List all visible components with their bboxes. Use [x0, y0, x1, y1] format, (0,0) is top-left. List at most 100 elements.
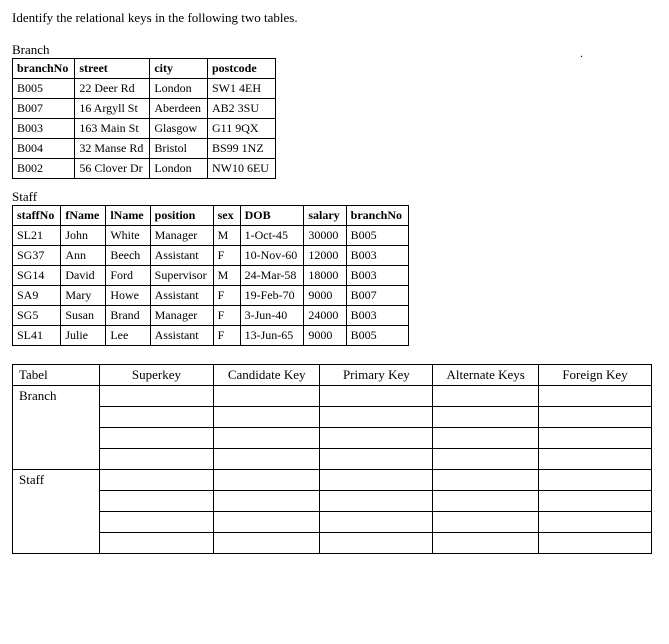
table-row: SG5SusanBrandManagerF3-Jun-4024000B003 [13, 306, 409, 326]
cell: SL41 [13, 326, 61, 346]
cell: B005 [346, 226, 408, 246]
row-label: Staff [13, 470, 100, 554]
empty-cell [214, 428, 320, 449]
cell: SG37 [13, 246, 61, 266]
table-row [13, 491, 652, 512]
table-row [13, 407, 652, 428]
cell: 163 Main St [75, 119, 150, 139]
empty-cell [214, 512, 320, 533]
cell: F [213, 306, 240, 326]
cell: 18000 [304, 266, 346, 286]
empty-cell [433, 533, 539, 554]
table-row: B00522 Deer RdLondonSW1 4EH [13, 79, 276, 99]
cell: David [61, 266, 106, 286]
table-row: SG37AnnBeechAssistantF10-Nov-6012000B003 [13, 246, 409, 266]
table-row [13, 428, 652, 449]
empty-cell [99, 491, 213, 512]
cell: Howe [106, 286, 150, 306]
table-row: SL41JulieLeeAssistantF13-Jun-659000B005 [13, 326, 409, 346]
empty-cell [433, 512, 539, 533]
cell: B003 [346, 246, 408, 266]
cell: B003 [346, 266, 408, 286]
cell: B007 [13, 99, 75, 119]
col-header: Foreign Key [538, 365, 651, 386]
empty-cell [214, 470, 320, 491]
empty-cell [538, 386, 651, 407]
cell: B005 [13, 79, 75, 99]
branch-table: branchNo street city postcode B00522 Dee… [12, 58, 276, 179]
instruction-text: Identify the relational keys in the foll… [12, 10, 659, 26]
table-header-row: Tabel Superkey Candidate Key Primary Key… [13, 365, 652, 386]
cell: Julie [61, 326, 106, 346]
answer-tbody: BranchStaff [13, 386, 652, 554]
empty-cell [320, 449, 433, 470]
empty-cell [320, 428, 433, 449]
cell: SA9 [13, 286, 61, 306]
empty-cell [99, 470, 213, 491]
empty-cell [433, 407, 539, 428]
empty-cell [538, 491, 651, 512]
empty-cell [99, 386, 213, 407]
cell: F [213, 246, 240, 266]
col-header: Tabel [13, 365, 100, 386]
answer-table: Tabel Superkey Candidate Key Primary Key… [12, 364, 652, 554]
cell: Supervisor [150, 266, 213, 286]
col-header: Alternate Keys [433, 365, 539, 386]
branch-label: Branch [12, 42, 659, 58]
cell: B003 [13, 119, 75, 139]
empty-cell [99, 449, 213, 470]
cell: 22 Deer Rd [75, 79, 150, 99]
empty-cell [538, 470, 651, 491]
cell: London [150, 79, 208, 99]
col-header: sex [213, 206, 240, 226]
cell: White [106, 226, 150, 246]
cell: SL21 [13, 226, 61, 246]
col-header: lName [106, 206, 150, 226]
cell: AB2 3SU [207, 99, 275, 119]
col-header: street [75, 59, 150, 79]
empty-cell [538, 533, 651, 554]
cell: B007 [346, 286, 408, 306]
cell: 19-Feb-70 [240, 286, 304, 306]
cell: B004 [13, 139, 75, 159]
table-row: B003163 Main StGlasgowG11 9QX [13, 119, 276, 139]
cell: Susan [61, 306, 106, 326]
cell: 24000 [304, 306, 346, 326]
empty-cell [433, 491, 539, 512]
table-row [13, 533, 652, 554]
cell: 1-Oct-45 [240, 226, 304, 246]
cell: London [150, 159, 208, 179]
table-row: Staff [13, 470, 652, 491]
cell: Glasgow [150, 119, 208, 139]
col-header: fName [61, 206, 106, 226]
cell: Mary [61, 286, 106, 306]
empty-cell [433, 449, 539, 470]
empty-cell [320, 470, 433, 491]
cell: 32 Manse Rd [75, 139, 150, 159]
empty-cell [320, 533, 433, 554]
cell: John [61, 226, 106, 246]
col-header: branchNo [346, 206, 408, 226]
empty-cell [433, 386, 539, 407]
cell: Manager [150, 306, 213, 326]
cell: F [213, 326, 240, 346]
table-row: B00716 Argyll StAberdeenAB2 3SU [13, 99, 276, 119]
cell: 30000 [304, 226, 346, 246]
table-row: B00256 Clover DrLondonNW10 6EU [13, 159, 276, 179]
cell: Beech [106, 246, 150, 266]
cell: M [213, 226, 240, 246]
cell: Brand [106, 306, 150, 326]
cell: Assistant [150, 326, 213, 346]
col-header: Superkey [99, 365, 213, 386]
empty-cell [320, 407, 433, 428]
empty-cell [320, 386, 433, 407]
col-header: Candidate Key [214, 365, 320, 386]
staff-tbody: SL21JohnWhiteManagerM1-Oct-4530000B005SG… [13, 226, 409, 346]
cell: G11 9QX [207, 119, 275, 139]
staff-label: Staff [12, 189, 659, 205]
col-header: DOB [240, 206, 304, 226]
empty-cell [433, 470, 539, 491]
cell: Manager [150, 226, 213, 246]
col-header: postcode [207, 59, 275, 79]
col-header: position [150, 206, 213, 226]
